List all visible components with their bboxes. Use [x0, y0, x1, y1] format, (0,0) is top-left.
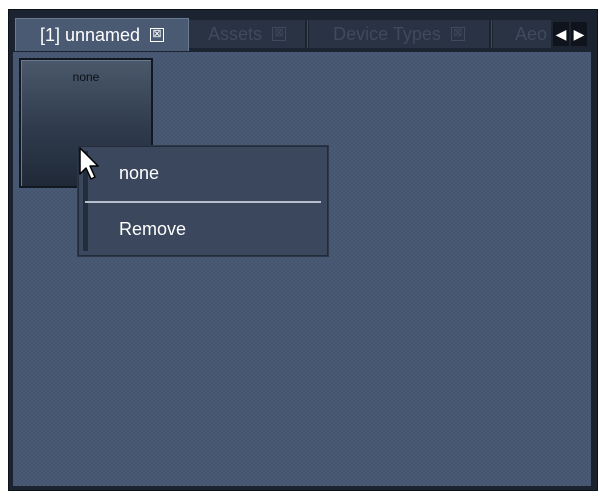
chevron-right-icon: ▶	[573, 25, 585, 42]
menu-divider	[85, 201, 321, 203]
tab-aeo[interactable]: Aeo	[493, 20, 551, 48]
context-menu: none Remove	[78, 146, 328, 256]
chevron-left-icon: ◀	[555, 25, 567, 42]
workspace-canvas[interactable]: none	[13, 52, 591, 486]
tab-assets-close-icon[interactable]: ⊠	[272, 27, 287, 41]
tab-device-types-close-icon[interactable]: ⊠	[450, 27, 465, 41]
tab-device-types[interactable]: Device Types ⊠	[309, 20, 489, 48]
mouse-cursor-icon	[79, 147, 99, 180]
tab-aeo-label: Aeo	[515, 23, 548, 44]
menu-item-none[interactable]: none	[119, 163, 159, 184]
tab-bar: [1] unnamed ⊠ Assets ⊠ Device Types ⊠ Ae…	[13, 14, 591, 52]
tab-unnamed-label: [1] unnamed	[39, 24, 141, 45]
tab-scroll-right-button[interactable]: ▶	[571, 22, 587, 46]
menu-item-remove[interactable]: Remove	[119, 219, 186, 240]
tab-unnamed[interactable]: [1] unnamed ⊠	[15, 18, 189, 51]
tab-separator	[491, 20, 492, 48]
tab-unnamed-close-icon[interactable]: ⊠	[150, 28, 165, 42]
tab-assets[interactable]: Assets ⊠	[189, 20, 305, 48]
tab-assets-label: Assets	[207, 23, 263, 44]
tab-device-types-label: Device Types	[333, 23, 441, 44]
tab-separator	[307, 20, 308, 48]
tab-scroll-left-button[interactable]: ◀	[553, 22, 569, 46]
asset-tile-label: none	[72, 70, 100, 84]
